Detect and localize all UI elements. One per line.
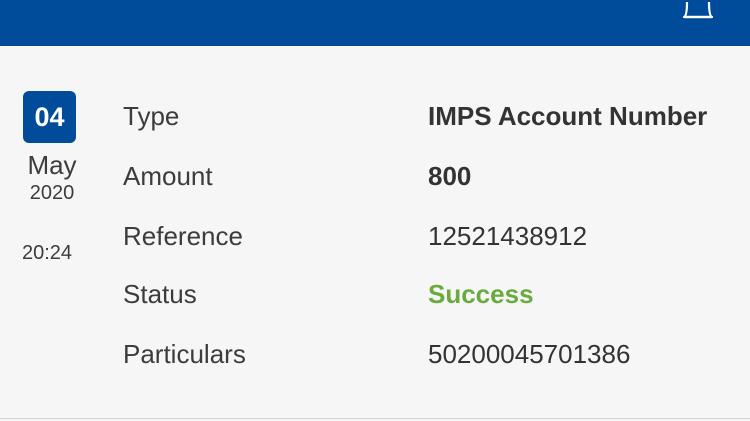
particulars-value: 50200045701386 [428, 339, 631, 369]
date-day-badge: 04 [23, 91, 76, 143]
app-header [0, 0, 750, 46]
type-label: Type [123, 101, 180, 131]
amount-value: 800 [428, 161, 472, 191]
reference-label: Reference [123, 221, 243, 251]
date-month: May [27, 150, 77, 180]
status-value: Success [428, 279, 534, 309]
status-label: Status [123, 279, 197, 309]
bell-icon[interactable] [681, 0, 715, 20]
date-year: 2020 [29, 182, 75, 204]
particulars-label: Particulars [123, 339, 246, 369]
divider [0, 418, 750, 419]
transaction-time: 20:24 [21, 242, 73, 264]
reference-value: 12521438912 [428, 221, 588, 251]
amount-label: Amount [123, 161, 213, 191]
type-value: IMPS Account Number [428, 101, 708, 131]
